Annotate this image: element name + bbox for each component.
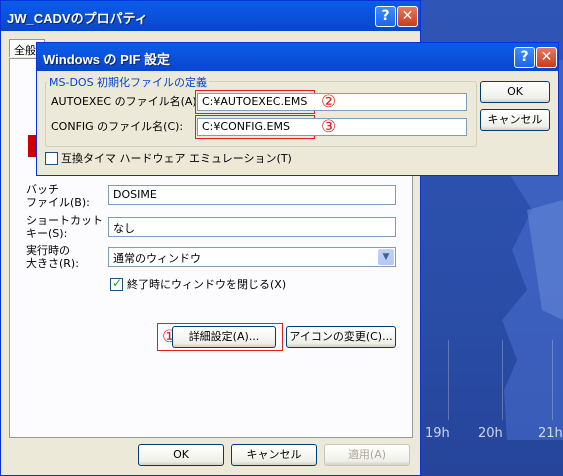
chevron-down-icon[interactable]: ▼ — [378, 249, 394, 265]
annotation-number-2: ② — [321, 92, 337, 112]
checkmark-icon: ✓ — [112, 276, 123, 290]
config-label: CONFIG のファイル名(C): — [51, 120, 184, 133]
change-icon-button[interactable]: アイコンの変更(C)... — [286, 326, 396, 348]
help-icon: ? — [381, 8, 390, 24]
batch-label-1: バッチ — [26, 183, 59, 196]
init-files-group-label: MS-DOS 初期化ファイルの定義 — [47, 74, 210, 90]
run-label-1: 実行時の — [26, 244, 70, 257]
close-button[interactable]: ✕ — [397, 6, 418, 27]
run-size-select[interactable]: 通常のウィンドウ ▼ — [108, 247, 396, 267]
properties-titlebar[interactable]: JW_CADVのプロパティ ? ✕ — [1, 1, 420, 31]
timeline-line — [448, 340, 449, 420]
timeline-line — [502, 340, 503, 420]
window-title: JW_CADVのプロパティ — [7, 11, 148, 26]
pif-settings-dialog: Windows の PIF 設定 ? ✕ MS-DOS 初期化ファイルの定義 A… — [36, 42, 559, 176]
annotation-number-3: ③ — [321, 117, 337, 137]
help-icon: ? — [520, 49, 529, 65]
compat-timer-label: 互換タイマ ハードウェア エミュレーション(T) — [61, 152, 292, 165]
pif-titlebar[interactable]: Windows の PIF 設定 ? ✕ — [37, 43, 558, 71]
run-size-value: 通常のウィンドウ — [113, 252, 201, 265]
advanced-settings-button[interactable]: 詳細設定(A)... — [172, 326, 276, 348]
ok-button[interactable]: OK — [138, 444, 224, 466]
close-on-exit-label: 終了時にウィンドウを閉じる(X) — [127, 278, 287, 291]
cancel-button[interactable]: キャンセル — [231, 444, 317, 466]
shortcut-label-1: ショートカット — [26, 214, 103, 227]
time-label: 20h — [478, 426, 503, 441]
time-label: 21h — [538, 426, 563, 441]
run-label-2: 大きさ(R): — [26, 257, 79, 270]
shortcut-label-2: キー(S): — [26, 227, 68, 240]
compat-timer-checkbox[interactable] — [45, 152, 58, 165]
pif-cancel-button[interactable]: キャンセル — [480, 109, 550, 131]
autoexec-label: AUTOEXEC のファイル名(A): — [51, 95, 201, 108]
close-on-exit-checkbox[interactable]: ✓ — [110, 276, 123, 291]
batch-file-input[interactable]: DOSIME — [108, 185, 396, 205]
time-label: 19h — [425, 426, 450, 441]
pif-title: Windows の PIF 設定 — [43, 52, 170, 67]
apply-button[interactable]: 適用(A) — [324, 444, 410, 466]
pif-ok-button[interactable]: OK — [480, 81, 550, 103]
timeline-line — [552, 340, 553, 420]
close-icon: ✕ — [540, 49, 553, 65]
shortcut-key-input[interactable]: なし — [108, 217, 396, 237]
pif-help-button[interactable]: ? — [514, 47, 535, 68]
pif-close-button[interactable]: ✕ — [536, 47, 557, 68]
help-button[interactable]: ? — [375, 6, 396, 27]
close-icon: ✕ — [401, 8, 414, 24]
batch-label-2: ファイル(B): — [26, 196, 90, 209]
